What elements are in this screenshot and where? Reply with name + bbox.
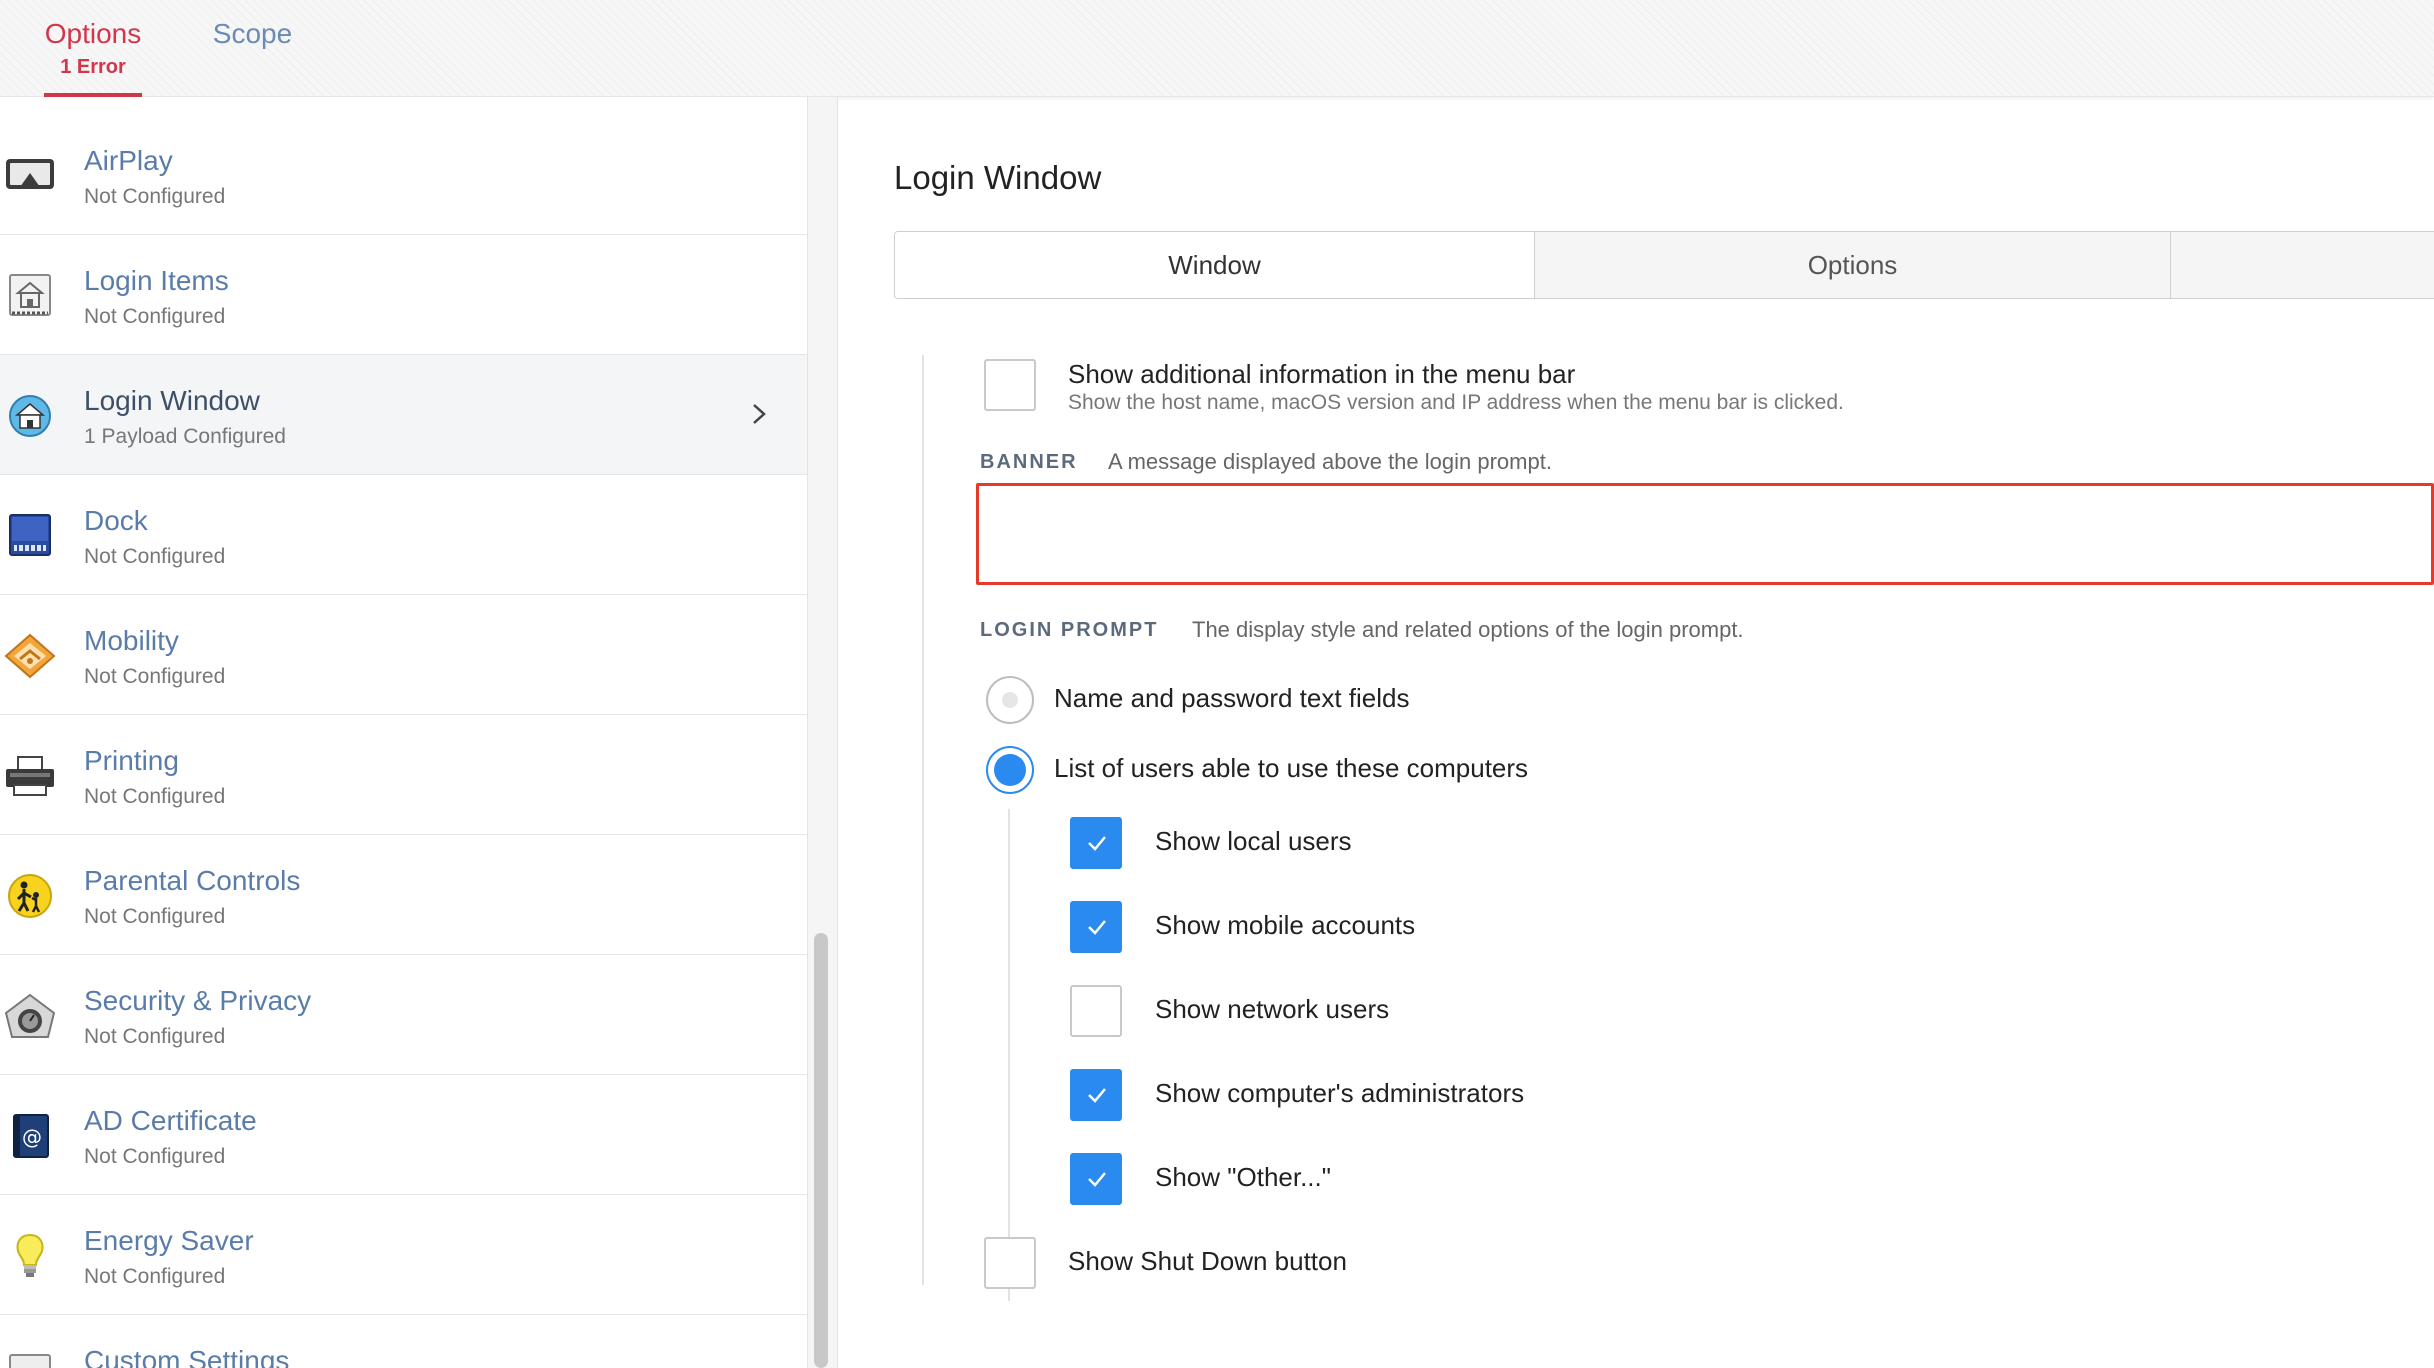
show-other-label: Show "Other..." xyxy=(1155,1162,1331,1192)
show-network-users-label: Show network users xyxy=(1155,994,1390,1024)
svg-text:@: @ xyxy=(22,1125,42,1149)
sidebar-item-status: Not Configured xyxy=(84,185,226,208)
show-shutdown-button-checkbox[interactable] xyxy=(984,1237,1036,1289)
tab-options[interactable]: Options 1 Error xyxy=(44,0,142,97)
menu-bar-info-label: Show additional information in the menu … xyxy=(1068,359,1576,389)
name-password-label: Name and password text fields xyxy=(1054,683,1410,713)
show-menu-bar-info-checkbox[interactable] xyxy=(984,359,1036,411)
show-admins-checkbox[interactable] xyxy=(1070,1069,1122,1121)
section-divider-line xyxy=(922,355,924,1285)
error-count-badge: 1 Error xyxy=(60,56,126,78)
sidebar-item-login-items[interactable]: Login Items Not Configured xyxy=(0,235,807,355)
sidebar-item-ad-certificate[interactable]: @ AD Certificate Not Configured xyxy=(0,1075,807,1195)
sidebar-item-label: Security & Privacy xyxy=(84,985,312,1016)
show-admins-label: Show computer's administrators xyxy=(1155,1078,1525,1108)
radio-dot-unselected xyxy=(1002,692,1018,708)
show-mobile-accounts-checkbox[interactable] xyxy=(1070,901,1122,953)
sidebar-item-energy-saver[interactable]: Energy Saver Not Configured xyxy=(0,1195,807,1315)
checkmark-icon xyxy=(1088,836,1106,851)
show-shutdown-button-label: Show Shut Down button xyxy=(1068,1246,1347,1276)
sidebar-item-label: Login Items xyxy=(84,265,229,296)
show-local-users-checkbox[interactable] xyxy=(1070,817,1122,869)
payload-settings-panel: Login Window Window Options Show additio… xyxy=(838,97,2434,1368)
sidebar-item-printing[interactable]: Printing Not Configured xyxy=(0,715,807,835)
tab-options-panel[interactable]: Options xyxy=(1535,232,2171,298)
list-of-users-radio[interactable] xyxy=(986,746,1034,794)
banner-section-label: BANNER xyxy=(980,451,1078,473)
top-tab-bar: Options 1 Error Scope xyxy=(0,0,2434,97)
name-password-radio[interactable] xyxy=(986,676,1034,724)
show-mobile-accounts-label: Show mobile accounts xyxy=(1155,910,1416,940)
payload-list: AirPlay Not Configured Login Items Not C… xyxy=(0,115,807,1368)
sidebar-item-status: Not Configured xyxy=(84,545,226,568)
ad-certificate-icon: @ xyxy=(13,1114,49,1158)
tab-options-label: Options xyxy=(44,18,142,49)
sidebar-item-label: Mobility xyxy=(84,625,179,656)
sidebar-item-status: Not Configured xyxy=(84,905,226,928)
security-privacy-icon xyxy=(4,993,56,1038)
sidebar-item-status: Not Configured xyxy=(84,305,226,328)
sidebar-scrollbar-thumb[interactable] xyxy=(814,933,828,1368)
sidebar-item-label: Parental Controls xyxy=(84,865,301,896)
checkmark-icon xyxy=(1088,1172,1106,1187)
sidebar-item-status: Not Configured xyxy=(84,1025,226,1048)
tab-scope[interactable]: Scope xyxy=(205,0,300,97)
login-window-icon xyxy=(9,395,51,437)
sidebar-item-label: Energy Saver xyxy=(84,1225,254,1256)
radio-dot-selected xyxy=(994,754,1026,786)
chevron-right-icon xyxy=(753,404,766,424)
dock-icon xyxy=(9,514,51,556)
sidebar-item-label: AirPlay xyxy=(84,145,173,176)
login-prompt-section-label: LOGIN PROMPT xyxy=(980,619,1159,641)
show-network-users-checkbox[interactable] xyxy=(1070,985,1122,1037)
sidebar-item-airplay[interactable]: AirPlay Not Configured xyxy=(0,115,807,235)
custom-settings-icon xyxy=(9,1354,51,1368)
sidebar-item-label: AD Certificate xyxy=(84,1105,257,1136)
banner-description: A message displayed above the login prom… xyxy=(1108,449,1552,474)
sidebar-item-mobility[interactable]: Mobility Not Configured xyxy=(0,595,807,715)
printer-icon xyxy=(6,756,54,796)
sidebar-item-status: Not Configured xyxy=(84,785,226,808)
parental-controls-icon xyxy=(8,874,52,918)
sidebar-item-label: Login Window xyxy=(84,385,260,416)
sidebar-item-login-window[interactable]: Login Window 1 Payload Configured xyxy=(0,355,807,475)
checkmark-icon xyxy=(1088,920,1106,935)
mobility-icon xyxy=(4,633,56,679)
page-title: Login Window xyxy=(894,159,1102,196)
sidebar-item-status: 1 Payload Configured xyxy=(84,425,286,448)
tab-window[interactable]: Window xyxy=(895,232,1535,298)
checkmark-icon xyxy=(1088,1088,1106,1103)
login-items-icon xyxy=(9,274,51,316)
sidebar-item-status: Not Configured xyxy=(84,1145,226,1168)
segment-overflow xyxy=(2171,232,2434,298)
login-prompt-description: The display style and related options of… xyxy=(1192,617,1744,642)
banner-input[interactable] xyxy=(976,483,2434,585)
menu-bar-info-description: Show the host name, macOS version and IP… xyxy=(1068,391,1844,414)
airplay-icon xyxy=(6,159,54,189)
sidebar-item-custom-settings[interactable]: Custom Settings xyxy=(0,1315,807,1368)
app-window: Options 1 Error Scope AirPlay Not Config… xyxy=(0,0,2434,1368)
sidebar-item-dock[interactable]: Dock Not Configured xyxy=(0,475,807,595)
sidebar-item-label: Dock xyxy=(84,505,148,536)
payload-sidebar: AirPlay Not Configured Login Items Not C… xyxy=(0,97,808,1368)
sidebar-item-status: Not Configured xyxy=(84,665,226,688)
show-other-checkbox[interactable] xyxy=(1070,1153,1122,1205)
list-of-users-label: List of users able to use these computer… xyxy=(1054,753,1529,783)
sidebar-item-label: Printing xyxy=(84,745,179,776)
sidebar-item-label: Custom Settings xyxy=(84,1345,290,1368)
show-local-users-label: Show local users xyxy=(1155,826,1352,856)
tab-scope-label: Scope xyxy=(212,18,293,49)
sidebar-item-status: Not Configured xyxy=(84,1265,226,1288)
sidebar-item-security-privacy[interactable]: Security & Privacy Not Configured xyxy=(0,955,807,1075)
sub-options-divider-line xyxy=(1008,809,1010,1301)
settings-segmented-control: Window Options xyxy=(894,231,2434,299)
energy-saver-icon xyxy=(16,1233,44,1277)
sidebar-item-parental-controls[interactable]: Parental Controls Not Configured xyxy=(0,835,807,955)
